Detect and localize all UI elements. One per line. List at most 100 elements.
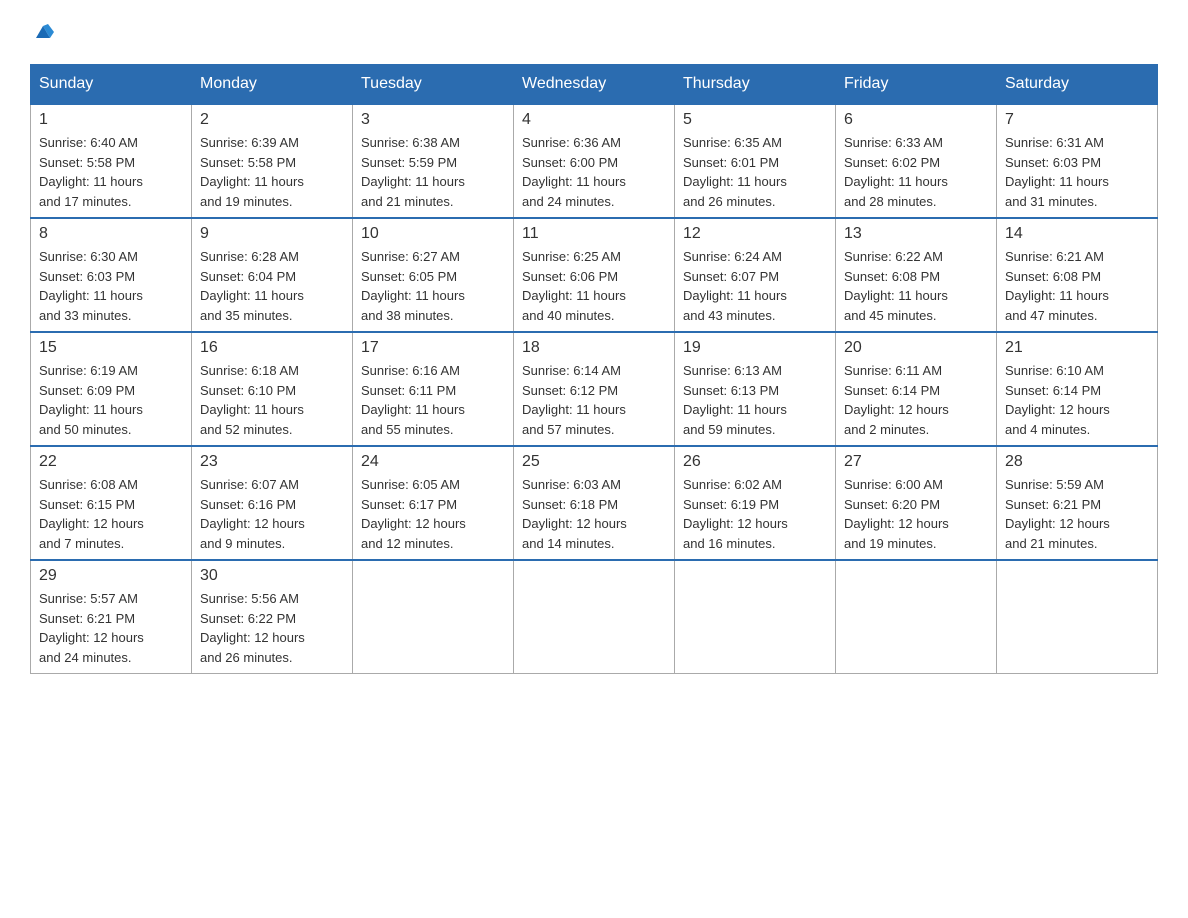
day-info: Sunrise: 6:11 AMSunset: 6:14 PMDaylight:… (844, 361, 988, 439)
day-info: Sunrise: 6:16 AMSunset: 6:11 PMDaylight:… (361, 361, 505, 439)
calendar-cell (353, 560, 514, 674)
calendar-cell: 17 Sunrise: 6:16 AMSunset: 6:11 PMDaylig… (353, 332, 514, 446)
calendar-cell: 19 Sunrise: 6:13 AMSunset: 6:13 PMDaylig… (675, 332, 836, 446)
day-info: Sunrise: 5:59 AMSunset: 6:21 PMDaylight:… (1005, 475, 1149, 553)
day-number: 7 (1005, 111, 1149, 129)
day-number: 13 (844, 225, 988, 243)
calendar-cell: 6 Sunrise: 6:33 AMSunset: 6:02 PMDayligh… (836, 104, 997, 218)
calendar-cell: 25 Sunrise: 6:03 AMSunset: 6:18 PMDaylig… (514, 446, 675, 560)
calendar-cell: 28 Sunrise: 5:59 AMSunset: 6:21 PMDaylig… (997, 446, 1158, 560)
day-number: 8 (39, 225, 183, 243)
day-number: 15 (39, 339, 183, 357)
calendar-cell: 20 Sunrise: 6:11 AMSunset: 6:14 PMDaylig… (836, 332, 997, 446)
day-info: Sunrise: 6:19 AMSunset: 6:09 PMDaylight:… (39, 361, 183, 439)
day-number: 3 (361, 111, 505, 129)
day-number: 18 (522, 339, 666, 357)
calendar-cell: 14 Sunrise: 6:21 AMSunset: 6:08 PMDaylig… (997, 218, 1158, 332)
day-info: Sunrise: 6:05 AMSunset: 6:17 PMDaylight:… (361, 475, 505, 553)
day-number: 26 (683, 453, 827, 471)
day-number: 23 (200, 453, 344, 471)
calendar-cell (997, 560, 1158, 674)
calendar-cell: 5 Sunrise: 6:35 AMSunset: 6:01 PMDayligh… (675, 104, 836, 218)
day-info: Sunrise: 6:40 AMSunset: 5:58 PMDaylight:… (39, 133, 183, 211)
day-info: Sunrise: 6:00 AMSunset: 6:20 PMDaylight:… (844, 475, 988, 553)
day-info: Sunrise: 6:35 AMSunset: 6:01 PMDaylight:… (683, 133, 827, 211)
day-info: Sunrise: 6:21 AMSunset: 6:08 PMDaylight:… (1005, 247, 1149, 325)
day-info: Sunrise: 6:10 AMSunset: 6:14 PMDaylight:… (1005, 361, 1149, 439)
calendar-cell: 18 Sunrise: 6:14 AMSunset: 6:12 PMDaylig… (514, 332, 675, 446)
day-info: Sunrise: 6:27 AMSunset: 6:05 PMDaylight:… (361, 247, 505, 325)
calendar-cell: 4 Sunrise: 6:36 AMSunset: 6:00 PMDayligh… (514, 104, 675, 218)
day-info: Sunrise: 6:30 AMSunset: 6:03 PMDaylight:… (39, 247, 183, 325)
logo-icon (32, 20, 54, 42)
day-info: Sunrise: 6:02 AMSunset: 6:19 PMDaylight:… (683, 475, 827, 553)
day-number: 1 (39, 111, 183, 129)
day-header-saturday: Saturday (997, 65, 1158, 105)
calendar-cell: 2 Sunrise: 6:39 AMSunset: 5:58 PMDayligh… (192, 104, 353, 218)
day-info: Sunrise: 6:38 AMSunset: 5:59 PMDaylight:… (361, 133, 505, 211)
day-header-monday: Monday (192, 65, 353, 105)
calendar-cell: 8 Sunrise: 6:30 AMSunset: 6:03 PMDayligh… (31, 218, 192, 332)
day-info: Sunrise: 5:56 AMSunset: 6:22 PMDaylight:… (200, 589, 344, 667)
day-number: 29 (39, 567, 183, 585)
calendar-week-row: 29 Sunrise: 5:57 AMSunset: 6:21 PMDaylig… (31, 560, 1158, 674)
day-number: 10 (361, 225, 505, 243)
calendar-cell: 21 Sunrise: 6:10 AMSunset: 6:14 PMDaylig… (997, 332, 1158, 446)
calendar-cell: 9 Sunrise: 6:28 AMSunset: 6:04 PMDayligh… (192, 218, 353, 332)
calendar-header-row: SundayMondayTuesdayWednesdayThursdayFrid… (31, 65, 1158, 105)
day-info: Sunrise: 6:36 AMSunset: 6:00 PMDaylight:… (522, 133, 666, 211)
day-number: 24 (361, 453, 505, 471)
day-number: 6 (844, 111, 988, 129)
day-info: Sunrise: 6:07 AMSunset: 6:16 PMDaylight:… (200, 475, 344, 553)
day-number: 14 (1005, 225, 1149, 243)
calendar-cell: 12 Sunrise: 6:24 AMSunset: 6:07 PMDaylig… (675, 218, 836, 332)
calendar-week-row: 22 Sunrise: 6:08 AMSunset: 6:15 PMDaylig… (31, 446, 1158, 560)
calendar-cell (675, 560, 836, 674)
calendar-cell: 27 Sunrise: 6:00 AMSunset: 6:20 PMDaylig… (836, 446, 997, 560)
day-header-friday: Friday (836, 65, 997, 105)
calendar-cell: 22 Sunrise: 6:08 AMSunset: 6:15 PMDaylig… (31, 446, 192, 560)
calendar-cell: 7 Sunrise: 6:31 AMSunset: 6:03 PMDayligh… (997, 104, 1158, 218)
day-header-tuesday: Tuesday (353, 65, 514, 105)
calendar-cell: 15 Sunrise: 6:19 AMSunset: 6:09 PMDaylig… (31, 332, 192, 446)
day-info: Sunrise: 6:25 AMSunset: 6:06 PMDaylight:… (522, 247, 666, 325)
calendar-week-row: 1 Sunrise: 6:40 AMSunset: 5:58 PMDayligh… (31, 104, 1158, 218)
calendar-cell: 1 Sunrise: 6:40 AMSunset: 5:58 PMDayligh… (31, 104, 192, 218)
page-header (30, 20, 1158, 44)
logo (30, 20, 54, 44)
day-info: Sunrise: 6:28 AMSunset: 6:04 PMDaylight:… (200, 247, 344, 325)
day-number: 27 (844, 453, 988, 471)
day-info: Sunrise: 6:31 AMSunset: 6:03 PMDaylight:… (1005, 133, 1149, 211)
day-number: 28 (1005, 453, 1149, 471)
day-info: Sunrise: 6:14 AMSunset: 6:12 PMDaylight:… (522, 361, 666, 439)
day-info: Sunrise: 6:18 AMSunset: 6:10 PMDaylight:… (200, 361, 344, 439)
day-header-sunday: Sunday (31, 65, 192, 105)
calendar-cell: 23 Sunrise: 6:07 AMSunset: 6:16 PMDaylig… (192, 446, 353, 560)
calendar-week-row: 8 Sunrise: 6:30 AMSunset: 6:03 PMDayligh… (31, 218, 1158, 332)
day-number: 25 (522, 453, 666, 471)
day-info: Sunrise: 5:57 AMSunset: 6:21 PMDaylight:… (39, 589, 183, 667)
calendar-cell: 13 Sunrise: 6:22 AMSunset: 6:08 PMDaylig… (836, 218, 997, 332)
calendar-cell: 16 Sunrise: 6:18 AMSunset: 6:10 PMDaylig… (192, 332, 353, 446)
calendar-week-row: 15 Sunrise: 6:19 AMSunset: 6:09 PMDaylig… (31, 332, 1158, 446)
day-info: Sunrise: 6:13 AMSunset: 6:13 PMDaylight:… (683, 361, 827, 439)
day-header-thursday: Thursday (675, 65, 836, 105)
calendar-cell: 29 Sunrise: 5:57 AMSunset: 6:21 PMDaylig… (31, 560, 192, 674)
calendar-cell (514, 560, 675, 674)
day-number: 2 (200, 111, 344, 129)
day-number: 4 (522, 111, 666, 129)
day-number: 22 (39, 453, 183, 471)
day-info: Sunrise: 6:39 AMSunset: 5:58 PMDaylight:… (200, 133, 344, 211)
calendar-cell: 10 Sunrise: 6:27 AMSunset: 6:05 PMDaylig… (353, 218, 514, 332)
day-number: 17 (361, 339, 505, 357)
calendar-cell (836, 560, 997, 674)
day-number: 20 (844, 339, 988, 357)
day-number: 5 (683, 111, 827, 129)
day-number: 30 (200, 567, 344, 585)
day-info: Sunrise: 6:22 AMSunset: 6:08 PMDaylight:… (844, 247, 988, 325)
day-info: Sunrise: 6:03 AMSunset: 6:18 PMDaylight:… (522, 475, 666, 553)
calendar-cell: 3 Sunrise: 6:38 AMSunset: 5:59 PMDayligh… (353, 104, 514, 218)
day-number: 21 (1005, 339, 1149, 357)
day-number: 19 (683, 339, 827, 357)
day-number: 16 (200, 339, 344, 357)
